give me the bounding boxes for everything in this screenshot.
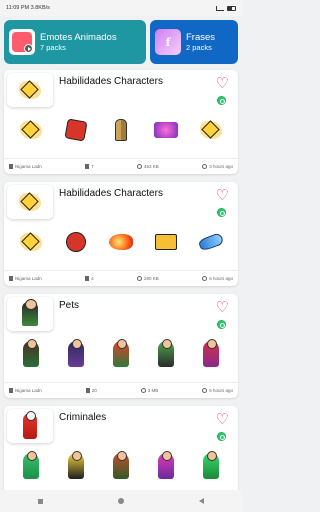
sticker-row	[8, 334, 234, 374]
favorite-heart-icon[interactable]: ♡	[216, 188, 229, 203]
pack-downloads: 20	[91, 388, 97, 393]
pack-time: 3 hours ago	[209, 164, 233, 169]
clock-icon	[202, 388, 208, 393]
sticker[interactable]	[16, 339, 46, 369]
sticker[interactable]	[61, 339, 91, 369]
pack-size: 280 KB	[144, 276, 159, 281]
pack-author: Nigama Ladn	[15, 388, 42, 393]
size-icon	[137, 164, 143, 169]
pack-footer: Nigama Ladn 4 280 KB 6 hours ago	[4, 270, 238, 286]
recents-icon[interactable]	[37, 498, 43, 504]
sticker[interactable]	[61, 227, 91, 257]
status-bar: 11:09 PM 3.8KB/s	[0, 0, 242, 16]
home-icon[interactable]	[117, 498, 124, 504]
whatsapp-icon[interactable]	[217, 96, 226, 105]
sticker[interactable]	[151, 451, 181, 481]
tile-title: Frases	[186, 31, 216, 43]
size-icon	[137, 276, 143, 281]
sticker-row	[8, 222, 234, 262]
pack-card[interactable]: Habilidades Characters ♡ Nigama Ladn 7 4…	[4, 70, 238, 174]
pack-cover	[7, 73, 53, 107]
signal-icon	[216, 5, 224, 11]
pack-author: Nigama Ladn	[15, 164, 42, 169]
sticker[interactable]	[61, 115, 91, 145]
sticker[interactable]	[151, 227, 181, 257]
pack-size: 453 KB	[144, 164, 159, 169]
sticker-row	[8, 446, 234, 486]
pack-downloads: 7	[91, 164, 94, 169]
sticker[interactable]	[106, 227, 136, 257]
whatsapp-icon[interactable]	[217, 432, 226, 441]
emotes-pack-icon	[9, 29, 35, 55]
frases-tile[interactable]: f Frases 2 packs	[150, 20, 238, 64]
sticker[interactable]	[16, 451, 46, 481]
favorite-heart-icon[interactable]: ♡	[216, 300, 229, 315]
pack-title: Habilidades Characters	[59, 188, 163, 199]
author-icon	[9, 164, 13, 169]
whatsapp-icon[interactable]	[217, 320, 226, 329]
pack-cover	[7, 409, 53, 443]
sticker[interactable]	[196, 451, 226, 481]
pack-downloads: 4	[91, 276, 94, 281]
pack-footer: Nigama Ladn 7 453 KB 3 hours ago	[4, 158, 238, 174]
sticker[interactable]	[196, 115, 226, 145]
sticker[interactable]	[106, 339, 136, 369]
sticker[interactable]	[61, 451, 91, 481]
sticker[interactable]	[151, 339, 181, 369]
pack-card[interactable]: Criminales ♡	[4, 406, 238, 490]
size-icon	[140, 388, 146, 393]
back-icon[interactable]	[199, 498, 205, 504]
author-icon	[9, 276, 13, 281]
favorite-heart-icon[interactable]: ♡	[216, 76, 229, 91]
sticker[interactable]	[16, 115, 46, 145]
emotes-animados-tile[interactable]: Emotes Animados 7 packs	[4, 20, 146, 64]
download-icon	[85, 164, 90, 169]
pack-title: Pets	[59, 300, 80, 311]
sticker[interactable]	[106, 451, 136, 481]
system-nav-bar	[0, 490, 242, 512]
battery-icon	[227, 5, 236, 11]
play-icon	[24, 44, 33, 53]
download-icon	[85, 276, 90, 281]
clock-icon	[202, 164, 208, 169]
tile-subtitle: 2 packs	[186, 42, 212, 52]
sticker[interactable]	[106, 115, 136, 145]
status-time: 11:09 PM 3.8KB/s	[6, 5, 50, 11]
tile-subtitle: 7 packs	[40, 42, 66, 52]
frases-icon: f	[155, 29, 181, 55]
pack-time: 6 hours ago	[209, 276, 233, 281]
tile-title: Emotes Animados	[40, 31, 117, 43]
sticker[interactable]	[196, 339, 226, 369]
pack-title: Criminales	[59, 412, 107, 423]
pack-author: Nigama Ladn	[15, 276, 42, 281]
sticker-row	[8, 110, 234, 150]
pack-size: 3 MB	[147, 388, 159, 393]
sticker[interactable]	[196, 227, 226, 257]
author-icon	[9, 388, 13, 393]
favorite-heart-icon[interactable]: ♡	[216, 412, 229, 427]
sticker[interactable]	[16, 227, 46, 257]
pack-card[interactable]: Pets ♡ Nigama Ladn 20 3 MB 5 hours ago	[4, 294, 238, 398]
pack-title: Habilidades Characters	[59, 76, 163, 87]
clock-icon	[202, 276, 208, 281]
pack-time: 5 hours ago	[209, 388, 233, 393]
pack-cover	[7, 297, 53, 331]
whatsapp-icon[interactable]	[217, 208, 226, 217]
download-icon	[85, 388, 90, 393]
sticker[interactable]	[151, 115, 181, 145]
pack-cover	[7, 185, 53, 219]
pack-footer: Nigama Ladn 20 3 MB 5 hours ago	[4, 382, 238, 398]
pack-card[interactable]: Habilidades Characters ♡ Nigama Ladn 4 2…	[4, 182, 238, 286]
